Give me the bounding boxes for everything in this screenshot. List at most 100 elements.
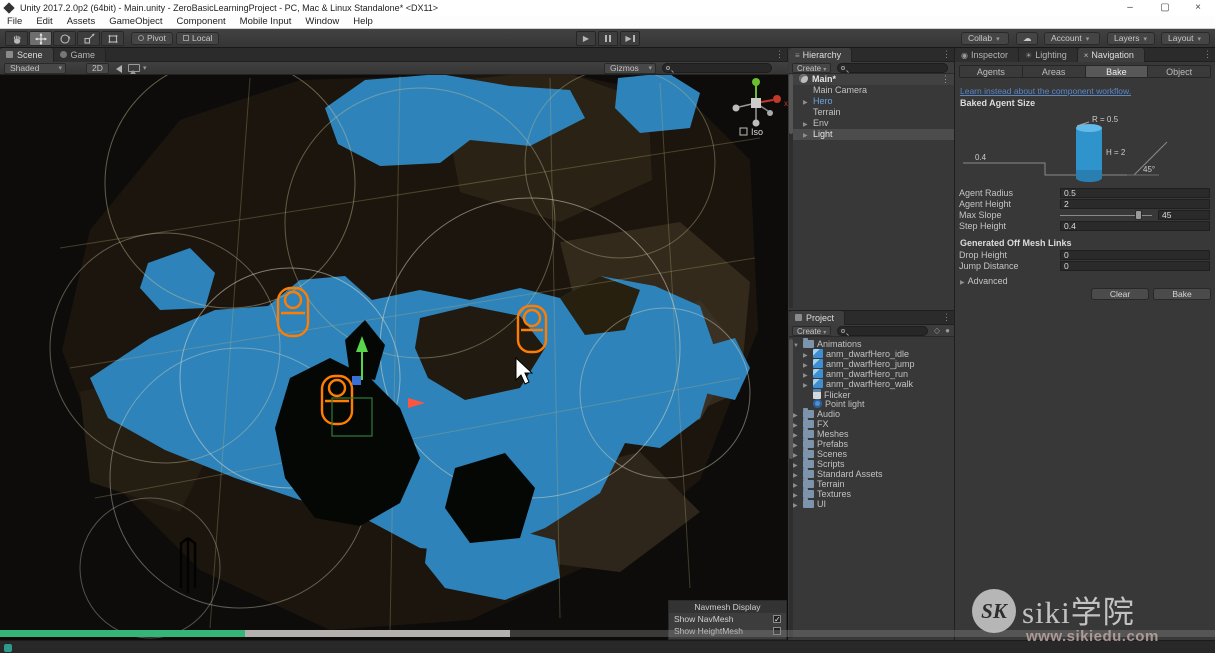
menu-window[interactable]: Window [298, 16, 346, 28]
account-dropdown[interactable]: Account▾ [1044, 32, 1100, 45]
tab-lighting[interactable]: ☀Lighting [1019, 48, 1078, 62]
agent-height-field[interactable]: 2 [1060, 199, 1210, 209]
hierarchy-scene-row[interactable]: Main* ⋮ [789, 74, 954, 85]
project-item-audio[interactable]: ▶ Audio [789, 409, 954, 419]
audio-toggle-icon[interactable] [112, 65, 122, 73]
inspector-panel-options-icon[interactable]: ⋮ [1203, 49, 1212, 60]
menu-assets[interactable]: Assets [60, 16, 103, 28]
mode-2d-toggle[interactable]: 2D [86, 63, 109, 74]
project-item-standard-assets[interactable]: ▶ Standard Assets [789, 469, 954, 479]
hierarchy-panel-options-icon[interactable]: ⋮ [942, 49, 951, 60]
axis-z-handle[interactable] [767, 110, 773, 116]
search-by-label-icon[interactable]: ● [945, 326, 950, 335]
menu-file[interactable]: File [0, 16, 29, 28]
step-button[interactable]: ▶ [620, 31, 640, 46]
move-tool-button[interactable] [29, 31, 52, 46]
rotate-tool-button[interactable] [53, 31, 76, 46]
project-item-ui[interactable]: ▶ UI [789, 499, 954, 509]
tab-game[interactable]: Game [54, 48, 107, 62]
effects-toggle-icon[interactable] [128, 64, 140, 72]
rect-tool-button[interactable] [101, 31, 124, 46]
shaded-dropdown[interactable]: Shaded ▾ [4, 63, 66, 74]
menu-mobile-input[interactable]: Mobile Input [233, 16, 299, 28]
agent-radius-field[interactable]: 0.5 [1060, 188, 1210, 198]
tab-object[interactable]: Object [1148, 66, 1210, 77]
hierarchy-item-terrain[interactable]: Terrain [789, 107, 954, 118]
hierarchy-search-input[interactable] [837, 63, 948, 73]
project-item-flicker[interactable]: Flicker [789, 389, 954, 399]
project-search-input[interactable] [837, 326, 928, 336]
video-progress-played[interactable] [0, 630, 245, 637]
tab-bake[interactable]: Bake [1086, 66, 1149, 77]
advanced-foldout[interactable]: ▶Advanced [960, 276, 1008, 286]
project-item-anm-dwarfhero-idle[interactable]: ▶ anm_dwarfHero_idle [789, 349, 954, 359]
project-item-fx[interactable]: ▶ FX [789, 419, 954, 429]
collab-dropdown[interactable]: Collab▾ [961, 32, 1009, 45]
foldout-arrow-icon[interactable]: ▶ [803, 131, 808, 142]
scene-search-input[interactable] [662, 63, 772, 73]
tab-hierarchy[interactable]: ≡Hierarchy [789, 48, 852, 62]
hierarchy-item-hero[interactable]: ▶ Hero [789, 96, 954, 107]
max-slope-slider-handle[interactable] [1135, 210, 1142, 220]
close-button[interactable]: × [1183, 0, 1213, 16]
scene-canvas[interactable]: x Iso [0, 75, 788, 640]
project-panel-options-icon[interactable]: ⋮ [942, 312, 951, 323]
tab-areas[interactable]: Areas [1023, 66, 1086, 77]
project-item-terrain[interactable]: ▶ Terrain [789, 479, 954, 489]
axis-neg-x-handle[interactable] [733, 105, 740, 112]
project-scrollbar[interactable] [789, 339, 793, 638]
hierarchy-item-env[interactable]: ▶ Env [789, 118, 954, 129]
play-button[interactable]: ▶ [576, 31, 596, 46]
project-item-anm-dwarfhero-jump[interactable]: ▶ anm_dwarfHero_jump [789, 359, 954, 369]
scrollbar-thumb[interactable] [789, 339, 793, 459]
tab-navigation[interactable]: ×Navigation [1078, 48, 1145, 62]
component-workflow-link[interactable]: Learn instead about the component workfl… [960, 86, 1131, 96]
menu-help[interactable]: Help [346, 16, 380, 28]
pan-tool-button[interactable] [5, 31, 28, 46]
scene-panel-options-icon[interactable]: ⋮ [775, 49, 784, 60]
tab-agents[interactable]: Agents [960, 66, 1023, 77]
iso-mode-label[interactable]: Iso [751, 127, 763, 137]
foldout-arrow-icon[interactable]: ▶ [793, 501, 798, 511]
video-progress-buffered[interactable] [245, 630, 510, 637]
step-height-field[interactable]: 0.4 [1060, 221, 1210, 231]
minimize-button[interactable]: – [1115, 0, 1145, 16]
axis-y-handle[interactable] [752, 78, 760, 86]
project-item-meshes[interactable]: ▶ Meshes [789, 429, 954, 439]
scrollbar-thumb[interactable] [789, 74, 793, 134]
clear-button[interactable]: Clear [1091, 288, 1149, 300]
max-slope-value-field[interactable]: 45 [1158, 210, 1210, 220]
chevron-down-icon[interactable]: ▾ [143, 64, 147, 72]
project-item-anm-dwarfhero-run[interactable]: ▶ anm_dwarfHero_run [789, 369, 954, 379]
scene-options-icon[interactable]: ⋮ [941, 74, 950, 85]
pause-button[interactable] [598, 31, 618, 46]
project-item-point-light[interactable]: Point light [789, 399, 954, 409]
show-navmesh-checkbox[interactable]: ✓ [773, 615, 781, 623]
search-by-type-icon[interactable]: ◇ [934, 326, 940, 335]
gizmos-dropdown[interactable]: Gizmos ▾ [604, 63, 656, 74]
pivot-toggle-button[interactable]: Pivot [131, 32, 173, 45]
restore-button[interactable]: ▢ [1150, 0, 1180, 16]
hierarchy-item-main-camera[interactable]: Main Camera [789, 85, 954, 96]
scale-tool-button[interactable] [77, 31, 100, 46]
project-item-scenes[interactable]: ▶ Scenes [789, 449, 954, 459]
cloud-button[interactable]: ☁ [1016, 32, 1038, 45]
hierarchy-scrollbar[interactable] [789, 74, 793, 308]
hierarchy-create-button[interactable]: Create ▾ [792, 63, 831, 73]
axis-center-cube[interactable] [751, 98, 761, 108]
axis-x-handle[interactable] [773, 95, 781, 103]
layout-dropdown[interactable]: Layout▾ [1161, 32, 1210, 45]
project-item-textures[interactable]: ▶ Textures [789, 489, 954, 499]
local-toggle-button[interactable]: Local [176, 32, 219, 45]
show-navmesh-row[interactable]: Show NavMesh ✓ [669, 613, 786, 625]
tab-project[interactable]: Project [789, 311, 845, 325]
layers-dropdown[interactable]: Layers▾ [1107, 32, 1155, 45]
project-item-anm-dwarfhero-walk[interactable]: ▶ anm_dwarfHero_walk [789, 379, 954, 389]
axis-orientation-gizmo[interactable]: x Iso [733, 78, 789, 137]
jump-distance-field[interactable]: 0 [1060, 261, 1210, 271]
project-create-button[interactable]: Create ▾ [792, 326, 831, 336]
menu-component[interactable]: Component [170, 16, 233, 28]
hierarchy-item-light[interactable]: ▶ Light [789, 129, 954, 140]
axis-neg-y-handle[interactable] [753, 120, 760, 127]
project-item-prefabs[interactable]: ▶ Prefabs [789, 439, 954, 449]
